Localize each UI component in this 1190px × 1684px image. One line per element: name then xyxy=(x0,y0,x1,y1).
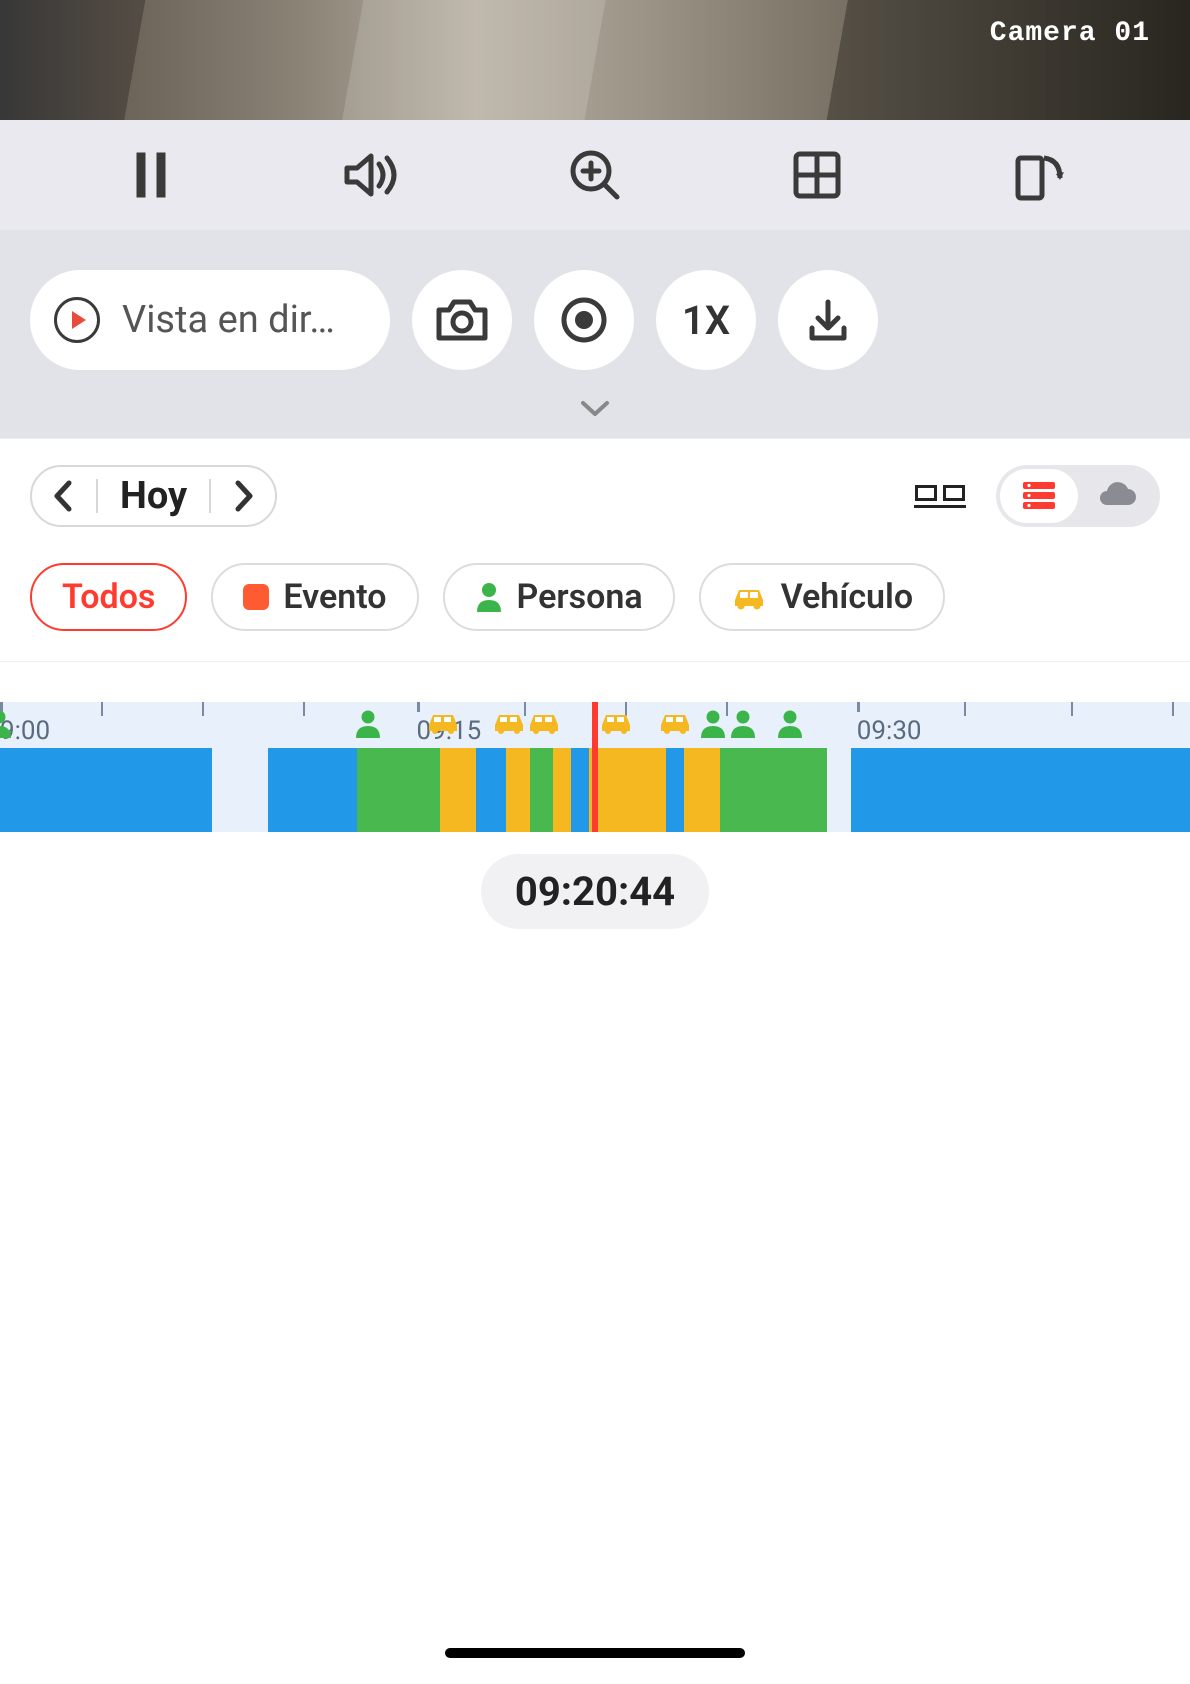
playback-speed-button[interactable]: 1X xyxy=(656,270,756,370)
action-area: Vista en dir… 1X xyxy=(0,230,1190,438)
expand-panel-button[interactable] xyxy=(580,394,610,424)
snapshot-button[interactable] xyxy=(412,270,512,370)
timeline-segment xyxy=(0,748,212,832)
timeline-segment xyxy=(666,748,684,832)
rotate-device-button[interactable] xyxy=(1009,145,1069,205)
timeline-person-icon xyxy=(0,710,12,738)
download-button[interactable] xyxy=(778,270,878,370)
speed-label: 1X xyxy=(682,297,730,344)
zoom-in-button[interactable] xyxy=(565,145,625,205)
filter-row: Todos Evento Persona Vehículo xyxy=(0,553,1190,662)
grid-layout-button[interactable] xyxy=(787,145,847,205)
next-day-button[interactable] xyxy=(233,479,255,513)
play-icon xyxy=(54,297,100,343)
timeline-person-icon xyxy=(700,710,726,738)
record-button[interactable] xyxy=(534,270,634,370)
timeline-vehicle-icon xyxy=(527,710,561,734)
volume-button[interactable] xyxy=(343,145,403,205)
timeline-section: 9:0009:1509:30 09:20:44 xyxy=(0,662,1190,929)
camera-preview[interactable]: Camera 01 xyxy=(0,0,1190,120)
timeline-person-icon xyxy=(730,710,756,738)
date-navigator: Hoy xyxy=(30,465,277,527)
live-view-label: Vista en dir… xyxy=(122,298,335,342)
timeline-segment xyxy=(684,748,720,832)
filter-all-label: Todos xyxy=(62,577,155,617)
timeline-segment xyxy=(357,748,440,832)
cloud-storage-option[interactable] xyxy=(1078,469,1156,523)
timeline-vehicle-icon xyxy=(492,710,526,734)
separator xyxy=(209,479,211,513)
pause-button[interactable] xyxy=(121,145,181,205)
filter-person[interactable]: Persona xyxy=(443,563,675,631)
date-label[interactable]: Hoy xyxy=(120,474,187,518)
timeline-person-icon xyxy=(777,710,803,738)
prev-day-button[interactable] xyxy=(52,479,74,513)
storage-toggle xyxy=(996,465,1160,527)
timeline-segment xyxy=(440,748,476,832)
timeline-segment xyxy=(589,748,666,832)
live-view-button[interactable]: Vista en dir… xyxy=(30,270,390,370)
event-color-icon xyxy=(243,584,269,610)
vehicle-icon xyxy=(731,584,767,610)
separator xyxy=(96,479,98,513)
timeline-segment xyxy=(827,748,851,832)
filter-event-label: Evento xyxy=(283,577,386,617)
video-toolbar xyxy=(0,120,1190,230)
timeline-segment xyxy=(851,748,1190,832)
current-time-label: 09:20:44 xyxy=(481,854,709,929)
timeline-vehicle-icon xyxy=(426,710,460,734)
timeline[interactable]: 9:0009:1509:30 xyxy=(0,702,1190,832)
filter-event[interactable]: Evento xyxy=(211,563,418,631)
timeline-vehicle-icon xyxy=(599,710,633,734)
playhead[interactable] xyxy=(592,702,598,832)
local-storage-option[interactable] xyxy=(1000,469,1078,523)
timeline-segment xyxy=(268,748,357,832)
timeline-segment xyxy=(212,748,268,832)
person-icon xyxy=(475,582,503,612)
filter-all[interactable]: Todos xyxy=(30,563,187,631)
timeline-person-icon xyxy=(355,710,381,738)
filter-vehicle[interactable]: Vehículo xyxy=(699,563,945,631)
list-view-toggle[interactable] xyxy=(914,485,966,508)
timeline-segment xyxy=(720,748,827,832)
timeline-segment xyxy=(553,748,571,832)
home-indicator xyxy=(445,1648,745,1658)
date-bar: Hoy xyxy=(0,438,1190,553)
filter-person-label: Persona xyxy=(517,577,643,617)
timeline-segment xyxy=(530,748,554,832)
filter-vehicle-label: Vehículo xyxy=(781,577,913,617)
timeline-segment xyxy=(506,748,530,832)
timeline-segment xyxy=(571,748,589,832)
timeline-segment xyxy=(476,748,506,832)
camera-overlay-label: Camera 01 xyxy=(990,18,1150,49)
timeline-vehicle-icon xyxy=(658,710,692,734)
